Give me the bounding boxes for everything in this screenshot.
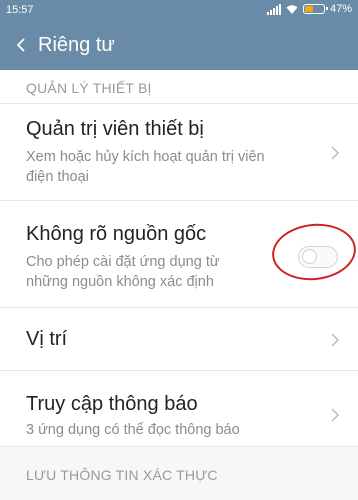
battery-level — [304, 6, 313, 12]
page-title: Riêng tư — [38, 34, 115, 56]
row-title: Truy cập thông báo — [26, 393, 198, 415]
section-header-label: LƯU THÔNG TIN XÁC THỰC — [26, 467, 218, 483]
status-indicators: 47% — [266, 3, 352, 15]
row-subtitle: 3 ứng dụng có thể đọc thông báo — [26, 422, 240, 438]
row-subtitle: những nguồn không xác định — [26, 274, 214, 290]
status-bar: 15:57 47% — [0, 0, 358, 20]
wifi-icon — [286, 4, 298, 14]
battery-percent: 47% — [329, 3, 352, 15]
chevron-right-icon — [331, 146, 339, 160]
chevron-right-icon — [331, 333, 339, 347]
signal-icon — [266, 3, 281, 15]
row-subtitle: Xem hoặc hủy kích hoạt quản trị viên — [26, 149, 265, 165]
row-notification-access[interactable]: Truy cập thông báo 3 ứng dụng có thể đọc… — [0, 371, 358, 445]
row-title: Không rõ nguồn gốc — [26, 223, 207, 245]
row-subtitle: Cho phép cài đặt ứng dụng từ — [26, 254, 220, 270]
battery-icon — [302, 4, 328, 14]
chevron-right-icon — [331, 408, 339, 422]
section-header-label: QUẢN LÝ THIẾT BỊ — [26, 80, 152, 96]
row-title: Quản trị viên thiết bị — [26, 118, 204, 140]
section-header-credentials: LƯU THÔNG TIN XÁC THỰC — [0, 460, 358, 490]
status-time: 15:57 — [6, 4, 34, 16]
app-bar: Riêng tư — [0, 20, 358, 70]
chevron-left-icon — [16, 38, 25, 52]
row-subtitle: điện thoại — [26, 169, 89, 185]
back-button[interactable] — [10, 32, 32, 58]
row-location[interactable]: Vị trí — [0, 308, 358, 370]
row-device-admin[interactable]: Quản trị viên thiết bị Xem hoặc hủy kích… — [0, 104, 358, 198]
divider — [0, 446, 358, 447]
section-header-device-management: QUẢN LÝ THIẾT BỊ — [0, 70, 358, 106]
row-title: Vị trí — [26, 328, 68, 350]
